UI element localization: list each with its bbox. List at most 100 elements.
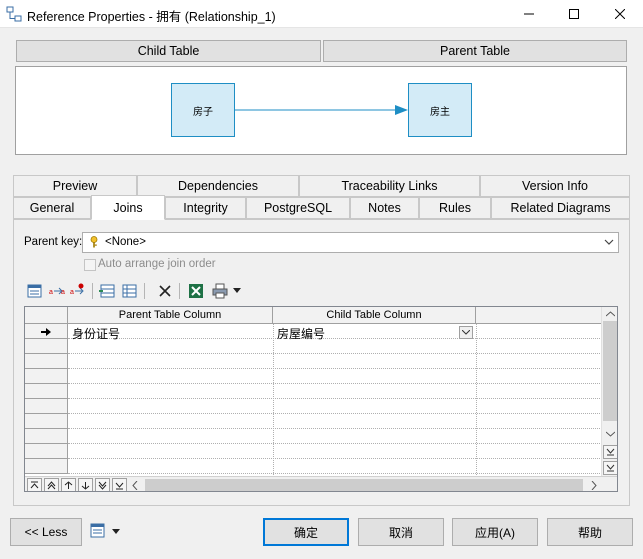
auto-arrange-checkbox[interactable] [84,259,96,271]
row-header[interactable] [25,369,68,384]
reuse-columns-button[interactable]: a [69,282,87,300]
scroll-left-icon[interactable] [132,481,138,490]
parent-key-select[interactable]: <None> [82,232,619,253]
help-button[interactable]: 帮助 [547,518,633,546]
toolbar-separator [144,283,145,299]
add-join-button[interactable]: aa [48,282,66,300]
tab-version-info[interactable]: Version Info [480,175,630,197]
close-button[interactable] [597,0,643,28]
close-icon [615,9,625,19]
chevron-down-icon [233,288,241,293]
settings-list-icon [90,523,105,538]
horizontal-scroll-thumb[interactable] [145,479,583,491]
row-header[interactable] [25,429,68,444]
row-header[interactable] [25,399,68,414]
print-button[interactable] [211,282,229,300]
move-down-button[interactable] [78,478,93,491]
joins-toolbar: aa a [24,280,618,302]
less-button[interactable]: << Less [10,518,82,546]
move-bottom-button[interactable] [112,478,127,491]
more-options-button[interactable] [88,522,124,542]
svg-text:a: a [70,289,74,296]
properties-button[interactable] [26,282,44,300]
grid-cell-parent-column[interactable]: 身份证号 [72,325,120,342]
scroll-up-icon [606,311,615,317]
chevron-down-icon [462,330,470,335]
reference-arrow [235,105,408,115]
grid-cell-child-column[interactable]: 房屋编号 [277,325,325,342]
reuse-columns-icon: a [70,283,84,296]
print-dropdown-button[interactable] [231,282,243,300]
row-header[interactable] [25,459,68,474]
move-last-icon [606,464,615,472]
row-separator [68,458,600,459]
tab-related-diagrams[interactable]: Related Diagrams [491,197,630,219]
tab-traceability-links[interactable]: Traceability Links [299,175,480,197]
move-top-button[interactable] [27,478,42,491]
tab-notes[interactable]: Notes [350,197,419,219]
ok-button[interactable]: 确定 [263,518,349,546]
add-join-icon: aa [49,287,65,296]
parent-key-label: Parent key: [24,236,83,248]
row-header[interactable] [25,414,68,429]
tab-general[interactable]: General [13,197,91,219]
move-down-icon [81,481,90,490]
scroll-thumb[interactable] [603,321,617,421]
cancel-button[interactable]: 取消 [358,518,444,546]
excel-icon [189,284,203,298]
tab-postgresql[interactable]: PostgreSQL [246,197,350,219]
scroll-to-bottom-button[interactable] [603,445,617,459]
chevron-down-icon [112,529,120,534]
tab-integrity[interactable]: Integrity [165,197,246,219]
insert-row-button[interactable] [98,282,116,300]
move-up-button[interactable] [61,478,76,491]
row-header[interactable] [25,384,68,399]
move-page-up-icon [47,480,56,489]
child-table-button[interactable]: Child Table [16,40,321,62]
export-excel-button[interactable] [187,282,205,300]
row-header[interactable] [25,339,68,354]
delete-button[interactable] [156,282,174,300]
parent-table-box[interactable]: 房主 [408,83,472,137]
vertical-scrollbar[interactable] [601,307,617,479]
row-header[interactable] [25,354,68,369]
move-page-down-button[interactable] [95,478,110,491]
move-bottom-icon [115,482,124,489]
row-header[interactable] [25,444,68,459]
tab-joins[interactable]: Joins [91,195,165,220]
add-row-button[interactable] [120,282,138,300]
svg-text:a: a [61,289,65,296]
scroll-last-button[interactable] [603,461,617,475]
chevron-down-icon [604,239,614,245]
grid-corner [25,307,68,324]
tab-preview[interactable]: Preview [13,175,137,197]
delete-icon [159,285,171,297]
maximize-icon [569,9,579,19]
parent-table-button[interactable]: Parent Table [323,40,627,62]
scroll-down-icon [606,431,615,437]
child-table-box[interactable]: 房子 [171,83,235,137]
row-separator [68,428,600,429]
maximize-button[interactable] [551,0,597,28]
horizontal-scrollbar [25,476,617,491]
child-column-dropdown[interactable] [459,326,473,339]
relationship-diagram: 房子 房主 [15,66,627,155]
column-header-parent[interactable]: Parent Table Column [68,307,273,324]
row-separator [68,338,600,339]
column-header-child[interactable]: Child Table Column [273,307,476,324]
window-title: Reference Properties - 拥有 (Relationship_… [27,10,276,24]
toolbar-separator [92,283,93,299]
move-page-up-button[interactable] [44,478,59,491]
tab-rules[interactable]: Rules [419,197,491,219]
current-row-arrow-icon [41,328,51,336]
scroll-right-icon[interactable] [591,481,597,490]
row-separator [68,443,600,444]
minimize-button[interactable] [506,0,552,28]
tab-dependencies[interactable]: Dependencies [137,175,299,197]
parent-key-value: <None> [105,236,146,248]
row-separator [68,383,600,384]
title-bar: Reference Properties - 拥有 (Relationship_… [0,0,643,28]
auto-arrange-label: Auto arrange join order [98,258,216,270]
apply-button[interactable]: 应用(A) [452,518,538,546]
move-top-icon [30,481,39,488]
